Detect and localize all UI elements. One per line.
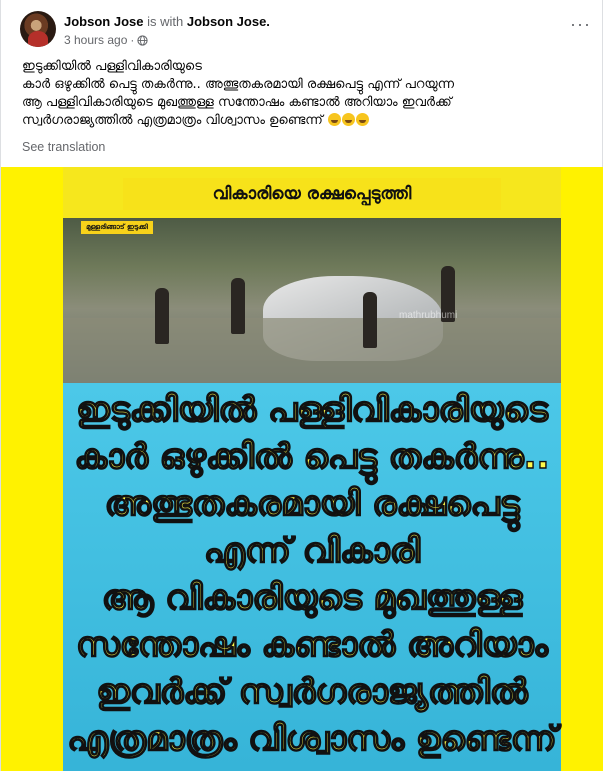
meme-line: എത്രമാത്രം വിശ്വാസം ഉണ്ടെന്ന്: [67, 718, 558, 759]
news-banner: വികാരിയെ രക്ഷപ്പെടുത്തി: [63, 167, 561, 220]
post-image[interactable]: വികാരിയെ രക്ഷപ്പെടുത്തി മുള്ളരിങ്ങാട് ഇട…: [1, 167, 603, 771]
flood-water: [63, 318, 561, 383]
caption-line: കാർ ഒഴുക്കിൽ പെട്ടു തകർന്നു.. അത്ഭുതകരമാ…: [22, 77, 455, 92]
facebook-post: Jobson Jose is with Jobson Jose. 3 hours…: [0, 0, 603, 771]
meme-line: കാർ ഒഴുക്കിൽ പെട്ടു തകർന്നു..: [74, 436, 550, 477]
meme-line: ആ വികാരിയുടെ മുഖത്തുള്ള: [101, 577, 523, 618]
person-figure: [363, 292, 377, 348]
meme-line: ഇടുക്കിയിൽ പള്ളിവികാരിയുടെ: [76, 389, 549, 430]
caption-line: ആ പള്ളിവികാരിയുടെ മുഖത്തുള്ള സന്തോഷം കണ്…: [22, 95, 452, 110]
post-time[interactable]: 3 hours ago: [64, 33, 127, 47]
globe-icon[interactable]: [137, 34, 149, 46]
post-meta: 3 hours ago ·: [64, 33, 149, 47]
author-avatar[interactable]: [20, 11, 56, 47]
tagged-name[interactable]: Jobson Jose.: [187, 14, 270, 29]
post-caption: ഇടുക്കിയിൽ പള്ളിവികാരിയുടെ കാർ ഒഴുക്കിൽ …: [22, 58, 592, 130]
meme-line: അത്ഭുതകരമായി രക്ഷപെട്ടു: [104, 483, 520, 524]
more-options-icon[interactable]: ···: [570, 15, 590, 37]
location-tag: മുള്ളരിങ്ങാട് ഇടുക്കി: [81, 221, 153, 234]
caption-line: സ്വർഗരാജ്യത്തിൽ എത്രമാത്രം വിശ്വാസം ഉണ്ട…: [22, 113, 323, 128]
meme-line: ഇവർക്ക് സ്വർഗരാജ്യത്തിൽ: [96, 671, 529, 712]
author-name[interactable]: Jobson Jose: [64, 14, 143, 29]
post-header: Jobson Jose is with Jobson Jose. 3 hours…: [20, 11, 590, 51]
news-video-frame: മുള്ളരിങ്ങാട് ഇടുക്കി mathrubhumi: [63, 218, 561, 383]
grin-emoji-icon: [342, 113, 355, 126]
person-figure: [155, 288, 169, 344]
with-text: is with: [147, 14, 184, 29]
caption-line-last: സ്വർഗരാജ്യത്തിൽ എത്രമാത്രം വിശ്വാസം ഉണ്ട…: [22, 112, 592, 130]
meme-line: സന്തോഷം കണ്ടാൽ അറിയാം: [75, 624, 548, 665]
channel-watermark: mathrubhumi: [399, 310, 458, 321]
grin-emoji-icon: [328, 113, 341, 126]
author-line: Jobson Jose is with Jobson Jose.: [64, 14, 270, 30]
banner-title: വികാരിയെ രക്ഷപ്പെടുത്തി: [123, 178, 501, 210]
person-figure: [231, 278, 245, 334]
meme-line: എന്ന് വികാരി: [203, 530, 420, 571]
see-translation-link[interactable]: See translation: [22, 140, 105, 154]
grin-emoji-icon: [356, 113, 369, 126]
caption-line: ഇടുക്കിയിൽ പള്ളിവികാരിയുടെ: [22, 59, 202, 74]
meme-text-panel: ഇടുക്കിയിൽ പള്ളിവികാരിയുടെ കാർ ഒഴുക്കിൽ …: [63, 383, 561, 771]
